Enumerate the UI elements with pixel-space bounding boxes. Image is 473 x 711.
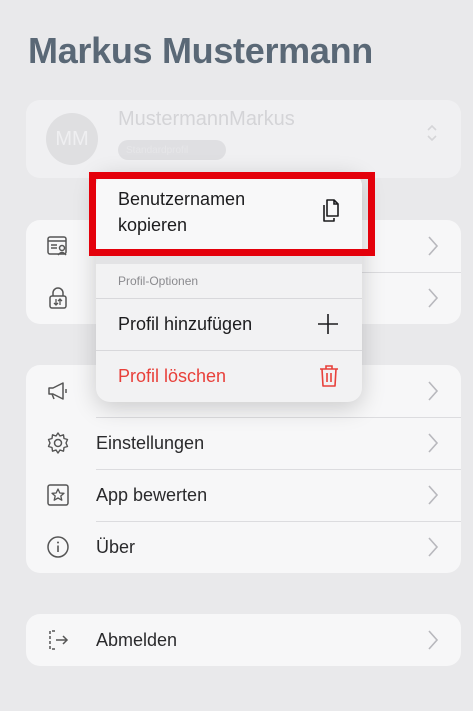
chevron-right-icon bbox=[428, 630, 439, 650]
id-card-icon bbox=[47, 236, 67, 256]
star-square-icon bbox=[47, 484, 69, 506]
megaphone-icon bbox=[48, 382, 67, 400]
chevron-right-icon bbox=[428, 433, 439, 453]
settings-label: Einstellungen bbox=[96, 432, 205, 453]
about-label: Über bbox=[96, 536, 136, 557]
highlight-box bbox=[89, 172, 375, 256]
trash-icon bbox=[320, 365, 338, 387]
divider bbox=[96, 256, 362, 264]
chevron-right-icon bbox=[428, 288, 439, 308]
add-profile-label: Profil hinzufügen bbox=[118, 314, 253, 334]
profile-selector[interactable]: MM MustermannMarkus Standardprofil bbox=[26, 100, 461, 178]
plus-icon bbox=[318, 314, 338, 334]
gear-icon bbox=[47, 432, 69, 454]
settings-row[interactable]: Einstellungen bbox=[26, 417, 461, 469]
logout-icon bbox=[49, 630, 69, 650]
chevron-right-icon bbox=[428, 537, 439, 557]
lock-arrows-icon bbox=[49, 287, 67, 309]
section-logout: Abmelden bbox=[26, 614, 461, 666]
page-title: Markus Mustermann bbox=[28, 30, 373, 71]
delete-profile-button[interactable]: Profil löschen bbox=[96, 350, 362, 402]
about-row[interactable]: Über bbox=[26, 521, 461, 573]
profile-username: MustermannMarkus bbox=[118, 108, 295, 130]
chevron-right-icon bbox=[428, 485, 439, 505]
info-icon bbox=[47, 536, 69, 558]
logout-row[interactable]: Abmelden bbox=[26, 614, 461, 666]
chevron-right-icon bbox=[428, 236, 439, 256]
add-profile-button[interactable]: Profil hinzufügen bbox=[96, 298, 362, 350]
avatar: MM bbox=[46, 113, 98, 165]
logout-label: Abmelden bbox=[96, 629, 178, 650]
menu-section-header: Profil-Optionen bbox=[118, 274, 199, 288]
chevron-right-icon bbox=[428, 381, 439, 401]
profile-badge: Standardprofil bbox=[118, 140, 226, 160]
chevron-up-down-icon bbox=[427, 124, 437, 142]
delete-profile-label: Profil löschen bbox=[118, 366, 227, 386]
rate-app-label: App bewerten bbox=[96, 484, 208, 505]
rate-app-row[interactable]: App bewerten bbox=[26, 469, 461, 521]
